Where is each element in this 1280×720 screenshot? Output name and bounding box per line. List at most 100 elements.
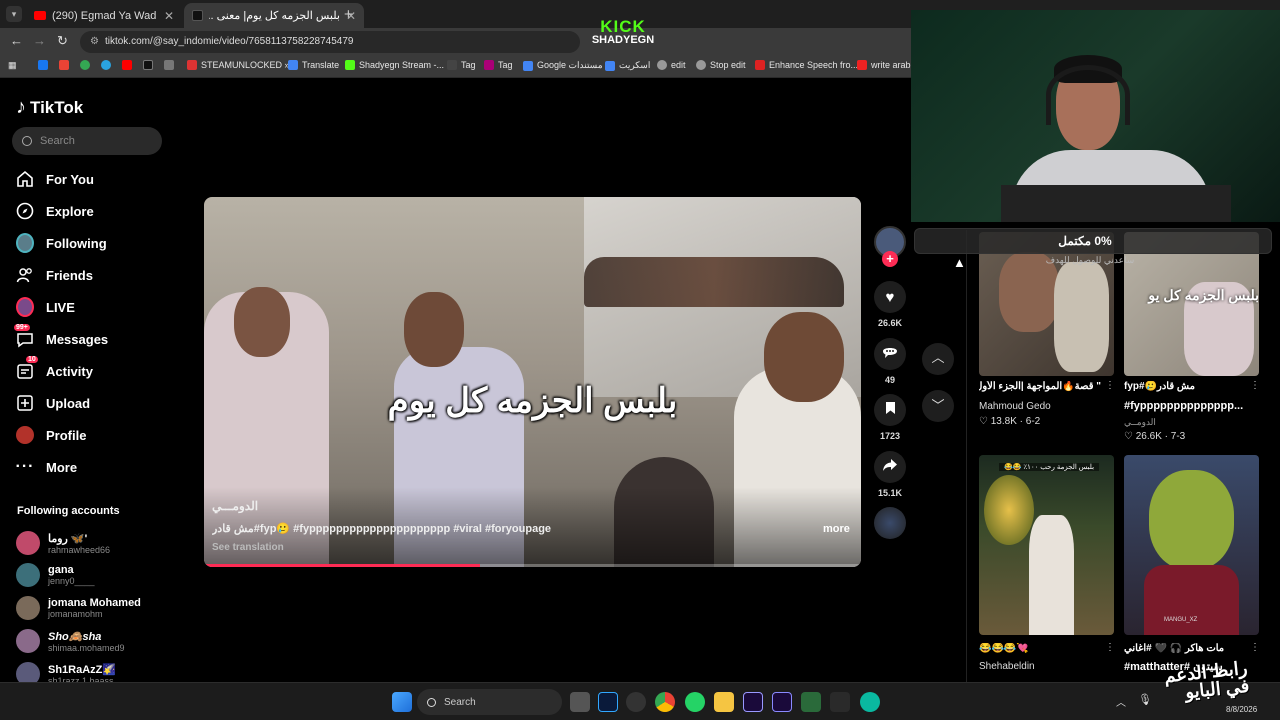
message-icon: 99+	[14, 324, 34, 348]
bookmark-steamunlocked[interactable]: STEAMUNLOCKED »...	[187, 60, 297, 70]
chrome-icon[interactable]	[655, 692, 675, 712]
taskbar-search[interactable]: Search	[417, 689, 562, 715]
tab-youtube[interactable]: (290) Egmad Ya Wad - YouTube ✕	[26, 3, 182, 28]
xbox-game-bar-icon[interactable]	[801, 692, 821, 712]
youtube-bookmark-icon[interactable]	[122, 60, 132, 70]
bookmark-edit[interactable]: edit	[657, 60, 686, 70]
rec-more-icon[interactable]: ⋮	[1250, 380, 1260, 391]
tiktok-bookmark-icon[interactable]	[143, 60, 153, 70]
rec-author[interactable]: Mahmoud Gedo	[979, 401, 1051, 412]
pc-bookmark-icon[interactable]	[164, 60, 174, 70]
live-icon	[16, 297, 34, 317]
site-info-icon[interactable]: ⚙	[90, 36, 99, 47]
recommended-video-thumb[interactable]: بلبس الجزمة رحب ١٠٠٪ 😂😂	[979, 455, 1114, 635]
follow-plus-icon[interactable]: +	[882, 251, 898, 267]
tiktok-logo[interactable]: ♪ TikTok	[16, 96, 83, 119]
task-view-icon[interactable]	[570, 692, 590, 712]
rec-stats: ♡ 13.8K · 6-2	[979, 416, 1041, 427]
nav-more[interactable]: ··· More	[16, 458, 78, 476]
tray-chevron-icon[interactable]: ︿	[1116, 694, 1126, 709]
gmail-bookmark-icon[interactable]	[59, 60, 69, 70]
photoshop-icon[interactable]	[598, 692, 618, 712]
avatar	[16, 629, 40, 653]
share-button[interactable]: 15.1K	[874, 451, 906, 498]
friends-icon	[16, 266, 34, 284]
following-account-item[interactable]: jomana Mohamed jomanamohm	[16, 596, 141, 620]
nav-activity[interactable]: 10 Activity	[16, 356, 93, 380]
apps-icon[interactable]: ▦	[8, 60, 17, 71]
person-right-head	[764, 312, 844, 402]
following-account-item[interactable]: gana jenny0____	[16, 563, 95, 587]
scroll-up-button[interactable]: ︿	[922, 343, 954, 375]
caption-more-button[interactable]: more	[823, 523, 850, 535]
audio-app-icon[interactable]	[830, 692, 850, 712]
video-progress-track[interactable]	[204, 564, 861, 567]
rec-more-icon[interactable]: ⋮	[1105, 380, 1115, 391]
share-icon	[882, 458, 898, 477]
microphone-icon[interactable]: 🎙	[1138, 693, 1152, 706]
search-icon	[427, 697, 436, 707]
new-tab-button[interactable]: +	[344, 6, 353, 23]
nav-upload[interactable]: Upload	[16, 394, 90, 412]
following-account-item[interactable]: Sho🙈sha shimaa.mohamed9	[16, 629, 125, 653]
video-author[interactable]: الدومـــي	[212, 499, 258, 513]
tab-search-button[interactable]: ▾	[6, 6, 22, 22]
nav-following[interactable]: Following	[16, 233, 107, 253]
scroll-down-button[interactable]: ﹀	[922, 390, 954, 422]
following-accounts-title: Following accounts	[17, 505, 120, 517]
nav-messages[interactable]: 99+ Messages	[14, 324, 108, 348]
bookmark-translate[interactable]: Translate	[288, 60, 339, 70]
app-icon[interactable]	[860, 692, 880, 712]
sound-avatar-button[interactable]	[874, 507, 906, 539]
nav-friends[interactable]: Friends	[16, 266, 93, 284]
bookmark-google-docs[interactable]: Google مستندات	[523, 60, 603, 71]
back-icon[interactable]: ←	[10, 33, 23, 48]
nav-profile[interactable]: Profile	[16, 426, 86, 444]
url-field[interactable]: ⚙ tiktok.com/@say_indomie/video/765811375…	[80, 31, 580, 53]
bookmark-shadyegn-stream[interactable]: Shadyegn Stream -...	[345, 60, 444, 70]
bookmark-script[interactable]: اسكريت	[605, 60, 650, 71]
save-button[interactable]: 1723	[874, 394, 906, 441]
nav-for-you[interactable]: For You	[16, 170, 94, 188]
messages-badge: 99+	[14, 324, 30, 331]
whatsapp-icon[interactable]	[685, 692, 705, 712]
following-account-item[interactable]: روما 🦋' rahmawheed66	[16, 531, 110, 555]
bookmark-stop-edit[interactable]: Stop edit	[696, 60, 746, 70]
avatar	[16, 596, 40, 620]
recommended-video-thumb[interactable]: MANGU_XZ	[1124, 455, 1259, 635]
taskbar-date[interactable]: 8/8/2026	[1226, 705, 1257, 714]
thumb-tree	[984, 475, 1034, 545]
tiktok-icon	[192, 10, 203, 21]
author-avatar-button[interactable]: +	[874, 226, 906, 267]
close-tab-icon[interactable]: ✕	[164, 9, 174, 23]
windows-start-icon[interactable]	[392, 692, 412, 712]
rec-author[interactable]: الدومــي	[1124, 417, 1156, 428]
video-player[interactable]: بلبس الجزمه كل يوم الدومـــي مش قادر#fyp…	[204, 197, 861, 567]
bookmark-write-arabic[interactable]: write arabic	[857, 60, 917, 70]
see-translation-link[interactable]: See translation	[212, 542, 284, 553]
premiere-icon[interactable]	[743, 692, 763, 712]
rec-more-icon[interactable]: ⋮	[1105, 642, 1115, 653]
video-caption: مش قادر#fyp🥲 #fyppppppppppppppppppppp #v…	[212, 523, 552, 535]
search-input[interactable]: Search	[12, 127, 162, 155]
reload-icon[interactable]: ↻	[57, 33, 68, 49]
bookmark-tag-2[interactable]: Tag	[484, 60, 513, 70]
obs-icon[interactable]	[626, 692, 646, 712]
media-encoder-icon[interactable]	[772, 692, 792, 712]
like-button[interactable]: ♥ 26.6K	[874, 281, 906, 328]
meta-bookmark-icon[interactable]	[38, 60, 48, 70]
bookmark-enhance-speech[interactable]: Enhance Speech fro...	[755, 60, 858, 70]
rec-more-icon[interactable]: ⋮	[1250, 642, 1260, 653]
comment-button[interactable]: 49	[874, 338, 906, 385]
telegram-bookmark-icon[interactable]	[101, 60, 111, 70]
nav-live[interactable]: LIVE	[16, 297, 75, 317]
chrome-bookmark-icon[interactable]	[80, 60, 90, 70]
tab-tiktok[interactable]: بلبس الجزمه كل يوم| معنى ... ✕	[184, 3, 364, 28]
nav-explore[interactable]: Explore	[16, 202, 94, 220]
donation-goal-text: ساعدني للوصول للهدف	[1045, 255, 1135, 265]
bookmark-tag-1[interactable]: Tag	[447, 60, 476, 70]
rec-author[interactable]: Shehabeldin	[979, 661, 1035, 672]
forward-icon[interactable]: →	[33, 33, 46, 48]
kick-overlay-logo: KICK SHADYEGN	[591, 17, 655, 46]
file-explorer-icon[interactable]	[714, 692, 734, 712]
